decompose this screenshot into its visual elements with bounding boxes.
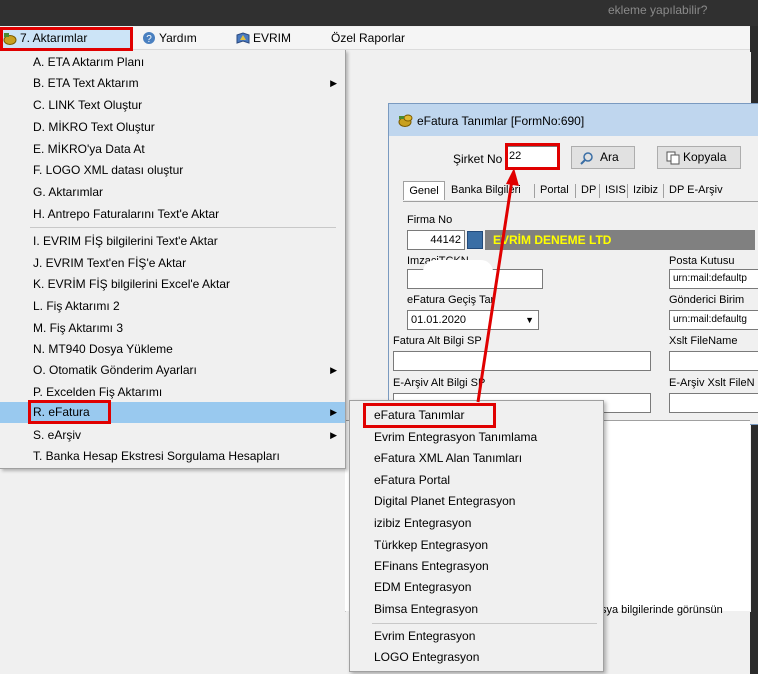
menu-item-banka-hesap[interactable]: T. Banka Hesap Ekstresi Sorgulama Hesapl… (0, 446, 345, 467)
submenu-arrow-icon: ▶ (330, 78, 337, 88)
chevron-down-icon: ▼ (525, 315, 534, 325)
menu-ozel-raporlar[interactable]: Özel Raporlar (331, 27, 405, 49)
submenu-item-efinans[interactable]: EFinans Entegrasyon (350, 556, 603, 577)
firma-no-input[interactable]: 44142 (407, 230, 465, 250)
form-tabs: Genel Banka Bilgileri Portal DP ISIS Izi… (403, 181, 758, 202)
menu-item-eta-text-aktarim[interactable]: B. ETA Text Aktarım ▶ (0, 73, 345, 94)
aktarimlar-dropdown: A. ETA Aktarım Planı B. ETA Text Aktarım… (0, 50, 346, 469)
earsiv-alt-bilgi-label: E-Arşiv Alt Bilgi SP (393, 377, 486, 389)
tab-separator (575, 184, 576, 198)
menu-item-earsiv[interactable]: S. eArşiv ▶ (0, 425, 345, 446)
submenu-arrow-icon: ▶ (330, 430, 337, 440)
submenu-item-evrim-entegrasyon-tanimlama[interactable]: Evrim Entegrasyon Tanımlama (350, 427, 603, 448)
submenu-item-xml-alan[interactable]: eFatura XML Alan Tanımları (350, 448, 603, 469)
submenu-item-evrim-entegrasyon[interactable]: Evrim Entegrasyon (350, 626, 603, 647)
menu-item-link-text[interactable]: C. LINK Text Oluştur (0, 95, 345, 116)
gecis-tarihi-value: 01.01.2020 (411, 314, 467, 326)
menu-item-aktarimlar[interactable]: G. Aktarımlar (0, 182, 345, 203)
kopyala-label: Kopyala (683, 150, 727, 164)
tab-portal[interactable]: Portal (540, 181, 569, 200)
background-hint-text: ekleme yapılabilir? (608, 3, 708, 17)
menu-item-otomatik-gonderim[interactable]: O. Otomatik Gönderim Ayarları ▶ (0, 360, 345, 381)
tab-separator (534, 184, 535, 198)
svg-text:?: ? (146, 34, 152, 45)
tab-separator (663, 184, 664, 198)
gonderici-birim-input[interactable]: urn:mail:defaultg (669, 310, 758, 330)
menu-item-mt940[interactable]: N. MT940 Dosya Yükleme (0, 339, 345, 360)
submenu-item-digital-planet[interactable]: Digital Planet Entegrasyon (350, 491, 603, 512)
menu-yardim[interactable]: ? Yardım (142, 27, 197, 49)
tab-izibiz[interactable]: Izibiz (633, 181, 658, 200)
fatura-alt-bilgi-input[interactable] (393, 351, 651, 371)
form-title: eFatura Tanımlar [FormNo:690] (417, 114, 585, 128)
menu-item-antrepo[interactable]: H. Antrepo Faturalarını Text'e Aktar (0, 204, 345, 225)
tab-separator (599, 184, 600, 198)
menu-item-excelden-fis[interactable]: P. Excelden Fiş Aktarımı (0, 382, 345, 403)
gecis-tarihi-input[interactable]: 01.01.2020 ▼ (407, 310, 539, 330)
menu-item-efatura[interactable]: R. eFatura ▶ (0, 402, 345, 423)
tab-dp-earsiv[interactable]: DP E-Arşiv (669, 181, 723, 200)
gonderici-birim-label: Gönderici Birim (669, 294, 745, 306)
menu-item-logo-xml[interactable]: F. LOGO XML datası oluştur (0, 160, 345, 181)
menu-evrim[interactable]: EVRIM (236, 27, 291, 49)
tab-banka-bilgileri[interactable]: Banka Bilgileri (451, 181, 521, 200)
menu-item-evrim-fis-excel[interactable]: K. EVRİM FİŞ bilgilerini Excel'e Aktar (0, 274, 345, 295)
search-icon (580, 152, 593, 165)
menubar: 7. Aktarımlar ? Yardım EVRIM Özel Raporl… (0, 27, 750, 50)
tab-separator (627, 184, 628, 198)
menu-item-mikro-text[interactable]: D. MİKRO Text Oluştur (0, 117, 345, 138)
tab-dp[interactable]: DP (581, 181, 596, 200)
copy-icon (666, 151, 680, 165)
earsiv-xslt-input[interactable] (669, 393, 758, 413)
ara-label: Ara (600, 150, 619, 164)
redaction-blur (423, 260, 493, 284)
help-icon: ? (143, 32, 155, 45)
submenu-arrow-icon: ▶ (330, 407, 337, 417)
sirket-no-label: Şirket No (453, 152, 503, 166)
xslt-filename-label: Xslt FileName (669, 335, 738, 347)
earsiv-xslt-label: E-Arşiv Xslt FileN (669, 377, 755, 389)
firma-name-display: EVRİM DENEME LTD (485, 230, 755, 250)
tab-genel[interactable]: Genel (403, 181, 445, 200)
sirket-no-input[interactable]: 22 (505, 146, 559, 168)
gecis-tarihi-label: eFatura Geçiş Tar (407, 294, 495, 306)
fatura-alt-bilgi-label: Fatura Alt Bilgi SP (393, 335, 482, 347)
firma-no-label: Firma No (407, 214, 453, 226)
kopyala-button[interactable]: Kopyala (657, 146, 741, 169)
menu-item-evrim-text-fis[interactable]: J. EVRIM Text'en FİŞ'e Aktar (0, 253, 345, 274)
submenu-item-efatura-portal[interactable]: eFatura Portal (350, 470, 603, 491)
firma-lookup-button[interactable] (467, 231, 483, 249)
submenu-arrow-icon: ▶ (330, 365, 337, 375)
submenu-item-izibiz[interactable]: izibiz Entegrasyon (350, 513, 603, 534)
submenu-item-logo-entegrasyon[interactable]: LOGO Entegrasyon (350, 647, 603, 668)
menu-item-eta-aktarim-plani[interactable]: A. ETA Aktarım Planı (0, 52, 345, 73)
efatura-tanimlar-form: eFatura Tanımlar [FormNo:690] Şirket No … (388, 103, 758, 425)
menu-separator (30, 227, 336, 228)
submenu-item-turkkep[interactable]: Türkkep Entegrasyon (350, 535, 603, 556)
form-titlebar[interactable]: eFatura Tanımlar [FormNo:690] (389, 104, 758, 136)
background-top-strip: ekleme yapılabilir? (0, 0, 758, 26)
ara-button[interactable]: Ara (571, 146, 635, 169)
tab-isis[interactable]: ISIS (605, 181, 626, 200)
submenu-item-efatura-tanimlar[interactable]: eFatura Tanımlar (350, 405, 603, 426)
efatura-submenu: eFatura Tanımlar Evrim Entegrasyon Tanım… (349, 400, 604, 672)
menu-item-fis-aktarimi-3[interactable]: M. Fiş Aktarımı 3 (0, 318, 345, 339)
menu-item-evrim-fis-text[interactable]: I. EVRIM FİŞ bilgilerini Text'e Aktar (0, 231, 345, 252)
submenu-item-edm[interactable]: EDM Entegrasyon (350, 577, 603, 598)
xslt-filename-input[interactable] (669, 351, 758, 371)
menu-item-mikro-data[interactable]: E. MİKRO'ya Data At (0, 139, 345, 160)
posta-kutusu-input[interactable]: urn:mail:defaultp (669, 269, 758, 289)
menu-aktarimlar[interactable]: 7. Aktarımlar (0, 27, 132, 49)
posta-kutusu-label: Posta Kutusu (669, 255, 735, 267)
menu-separator (372, 623, 597, 624)
menu-item-fis-aktarimi-2[interactable]: L. Fiş Aktarımı 2 (0, 296, 345, 317)
submenu-item-bimsa[interactable]: Bimsa Entegrasyon (350, 599, 603, 620)
book-icon (236, 32, 250, 44)
money-bag-icon (3, 33, 17, 45)
bottom-panel-text: sya bilgilerinde görünsün (601, 604, 723, 616)
money-bag-icon (398, 114, 413, 127)
